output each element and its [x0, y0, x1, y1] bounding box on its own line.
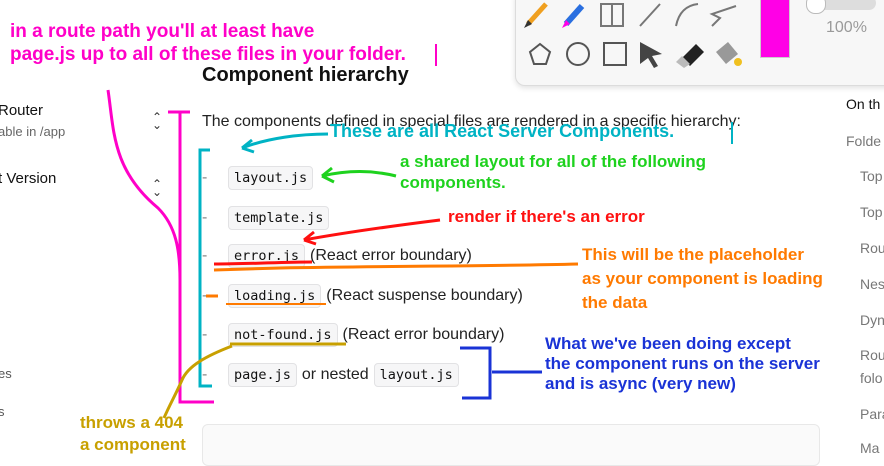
red-underline-stroke	[213, 260, 313, 266]
green-arrow-stroke	[321, 166, 397, 184]
annotation-line: components.	[400, 173, 506, 192]
annotation-line: the data	[582, 293, 648, 312]
annotation-line: throws a 404	[80, 413, 183, 432]
annotation-page: What we've been doing except the compone…	[545, 334, 820, 394]
annotation-line: the component runs on the server	[545, 354, 820, 373]
blue-bracket-stroke	[460, 346, 492, 400]
red-arrow-stroke	[303, 218, 441, 246]
annotation-line: a shared layout for all of the following	[400, 152, 707, 171]
annotation-line: page.js up to all of these files in your…	[10, 44, 406, 65]
cyan-arrow-stroke	[241, 132, 329, 154]
annotation-shared-layout: a shared layout for all of the following…	[400, 151, 706, 193]
annotation-route-path: in a route path you'll at least have pag…	[10, 20, 406, 66]
annotation-server-components: These are all React Server Components.	[330, 121, 675, 141]
annotation-line: a component	[80, 435, 186, 454]
annotation-line: What we've been doing except	[545, 334, 791, 353]
annotation-line: This will be the placeholder	[582, 245, 804, 264]
annotation-error: render if there's an error	[448, 207, 645, 226]
orange-line-stroke	[213, 262, 579, 272]
annotation-not-found: throws a 404 a component	[80, 412, 186, 456]
annotation-loading: This will be the placeholder as your com…	[582, 243, 823, 315]
annotation-line: and is async (very new)	[545, 374, 736, 393]
magenta-brace-stroke	[106, 89, 182, 390]
annotation-line: as your component is loading	[582, 269, 823, 288]
cyan-bracket-stroke	[198, 148, 212, 388]
annotation-line: in a route path you'll at least have	[10, 21, 315, 42]
gold-curve-stroke	[162, 344, 233, 419]
